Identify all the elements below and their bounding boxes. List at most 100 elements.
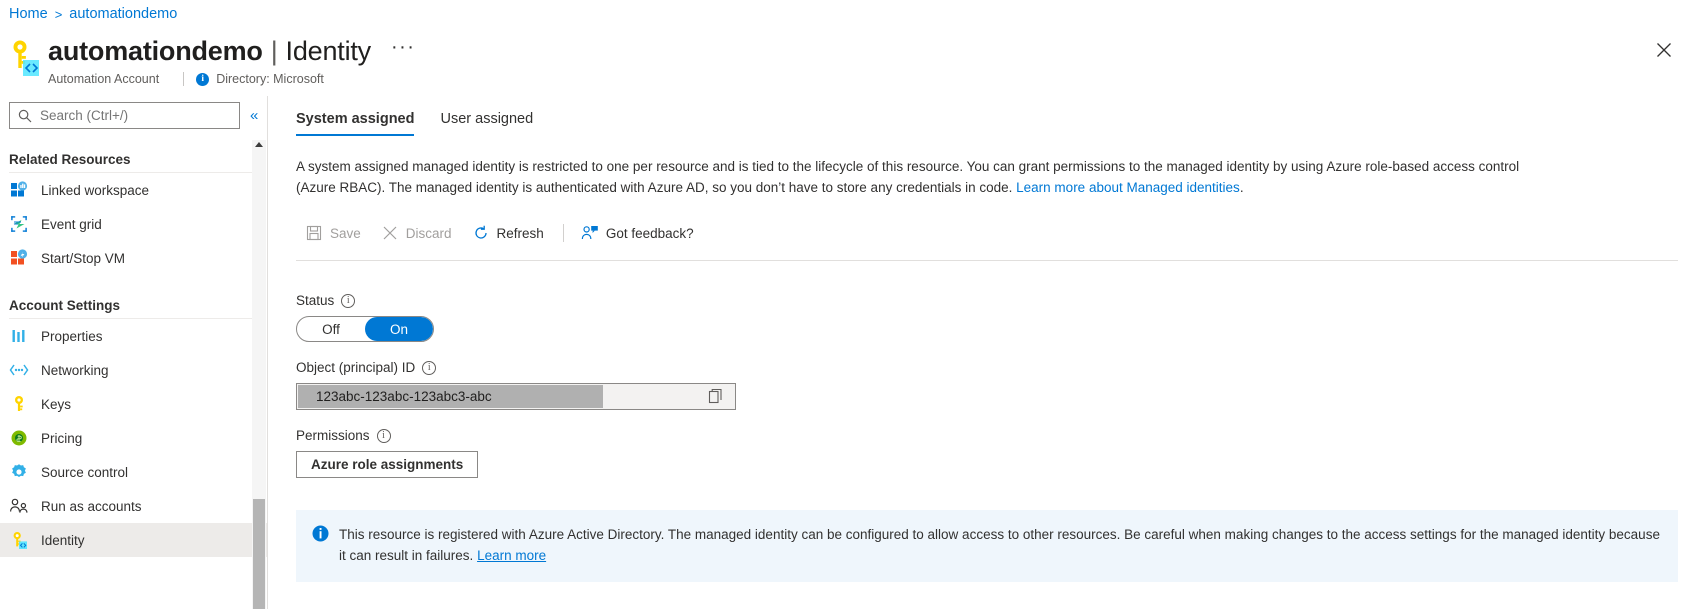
managed-identities-learn-more-link[interactable]: Learn more about Managed identities	[1016, 180, 1240, 195]
status-label: Status	[296, 293, 334, 308]
azure-portal-blade: Home > automationdemo automationdemo | I…	[0, 0, 1692, 609]
save-button[interactable]: Save	[296, 217, 370, 249]
sidebar-section-title-related-resources: Related Resources	[0, 152, 268, 172]
object-id-label: Object (principal) ID	[296, 360, 415, 375]
status-field: Status i Off On	[296, 293, 1692, 342]
search-input[interactable]	[38, 107, 228, 124]
tab-user-assigned[interactable]: User assigned	[440, 111, 533, 136]
breadcrumb-current[interactable]: automationdemo	[69, 6, 177, 22]
collapse-sidebar-button[interactable]: «	[250, 107, 258, 124]
resource-name: automationdemo	[48, 34, 263, 68]
command-bar-separator	[563, 224, 564, 242]
object-id-info-icon[interactable]: i	[422, 361, 436, 375]
sidebar-item-label: Linked workspace	[41, 183, 149, 198]
sidebar-search-row: «	[0, 96, 268, 129]
object-id-value: 123abc-123abc-123abc3-abc	[297, 389, 492, 404]
status-label-row: Status i	[296, 293, 1692, 308]
source-control-icon	[9, 462, 29, 482]
discard-icon	[381, 224, 399, 242]
sidebar-item-label: Keys	[41, 397, 71, 412]
sidebar-item-run-as-accounts[interactable]: Run as accounts	[0, 489, 268, 523]
run-as-accounts-icon	[9, 496, 29, 516]
copy-to-clipboard-button[interactable]	[708, 388, 726, 406]
sidebar-item-label: Identity	[41, 533, 85, 548]
azure-role-assignments-button[interactable]: Azure role assignments	[296, 451, 478, 478]
sidebar-item-source-control[interactable]: Source control	[0, 455, 268, 489]
info-banner-icon	[312, 525, 329, 542]
permissions-label-row: Permissions i	[296, 428, 1692, 443]
main-content: System assigned User assigned A system a…	[296, 96, 1692, 609]
copy-icon	[708, 388, 724, 404]
search-icon	[18, 109, 32, 123]
discard-label: Discard	[406, 226, 452, 241]
tab-system-assigned[interactable]: System assigned	[296, 111, 414, 136]
sidebar-scrollbar[interactable]	[252, 140, 266, 609]
automation-account-icon	[8, 38, 42, 78]
sidebar-item-label: Properties	[41, 329, 103, 344]
sidebar-item-label: Source control	[41, 465, 128, 480]
subtitle-divider	[183, 72, 184, 86]
permissions-info-icon[interactable]: i	[377, 429, 391, 443]
page-subtitle: Automation Account i Directory: Microsof…	[48, 72, 415, 86]
permissions-field: Permissions i Azure role assignments	[296, 428, 1692, 478]
refresh-label: Refresh	[497, 226, 544, 241]
sidebar-item-networking[interactable]: Networking	[0, 353, 268, 387]
networking-icon	[9, 360, 29, 380]
save-icon	[305, 224, 323, 242]
object-id-label-row: Object (principal) ID i	[296, 360, 1692, 375]
info-banner-learn-more-link[interactable]: Learn more	[477, 548, 546, 563]
pricing-icon	[9, 428, 29, 448]
sidebar-item-pricing[interactable]: Pricing	[0, 421, 268, 455]
got-feedback-button[interactable]: Got feedback?	[572, 217, 703, 249]
status-toggle-off[interactable]: Off	[297, 317, 365, 341]
sidebar-item-label: Pricing	[41, 431, 82, 446]
sidebar-item-start-stop-vm[interactable]: Start/Stop VM	[0, 241, 268, 275]
refresh-icon	[472, 224, 490, 242]
permissions-label: Permissions	[296, 428, 370, 443]
sidebar-item-keys[interactable]: Keys	[0, 387, 268, 421]
breadcrumb-separator: >	[55, 7, 63, 22]
breadcrumb: Home > automationdemo	[9, 6, 177, 22]
description-text: A system assigned managed identity is re…	[296, 159, 1519, 195]
blade-sidebar: « Related Resources Linked workspace	[0, 96, 268, 609]
page-title: automationdemo | Identity ···	[48, 34, 415, 68]
sidebar-item-event-grid[interactable]: Event grid	[0, 207, 268, 241]
command-bar-divider	[296, 260, 1678, 261]
sidebar-border	[267, 96, 268, 609]
start-stop-vm-icon	[9, 248, 29, 268]
info-banner: This resource is registered with Azure A…	[296, 510, 1678, 582]
discard-button[interactable]: Discard	[372, 217, 461, 249]
directory-label: Directory: Microsoft	[216, 72, 324, 86]
more-options-button[interactable]: ···	[391, 30, 415, 64]
sidebar-item-linked-workspace[interactable]: Linked workspace	[0, 173, 268, 207]
scrollbar-thumb[interactable]	[253, 499, 265, 609]
save-label: Save	[330, 226, 361, 241]
close-icon	[1656, 42, 1672, 58]
sidebar-item-label: Start/Stop VM	[41, 251, 125, 266]
object-id-field: Object (principal) ID i 123abc-123abc-12…	[296, 360, 1692, 410]
sidebar-item-label: Run as accounts	[41, 499, 142, 514]
info-icon: i	[196, 73, 209, 86]
resource-type-label: Automation Account	[48, 72, 159, 86]
sidebar-item-label: Event grid	[41, 217, 102, 232]
close-blade-button[interactable]	[1653, 39, 1675, 61]
refresh-button[interactable]: Refresh	[463, 217, 553, 249]
sidebar-item-properties[interactable]: Properties	[0, 319, 268, 353]
sidebar-item-label: Networking	[41, 363, 109, 378]
status-toggle-on[interactable]: On	[365, 317, 433, 341]
scroll-up-arrow-icon[interactable]	[255, 142, 263, 147]
blade-name: Identity	[286, 34, 371, 68]
properties-icon	[9, 326, 29, 346]
page-title-block: automationdemo | Identity ··· Automation…	[8, 34, 415, 86]
object-id-input[interactable]: 123abc-123abc-123abc3-abc	[296, 383, 736, 410]
breadcrumb-home[interactable]: Home	[9, 6, 48, 22]
search-box[interactable]	[9, 102, 240, 129]
feedback-icon	[581, 224, 599, 242]
status-toggle[interactable]: Off On	[296, 316, 434, 342]
keys-icon	[9, 394, 29, 414]
info-banner-text: This resource is registered with Azure A…	[339, 524, 1662, 566]
sidebar-item-identity[interactable]: Identity	[0, 523, 268, 557]
sidebar-section-title-account-settings: Account Settings	[0, 298, 268, 318]
status-info-icon[interactable]: i	[341, 294, 355, 308]
title-separator: |	[271, 34, 278, 68]
